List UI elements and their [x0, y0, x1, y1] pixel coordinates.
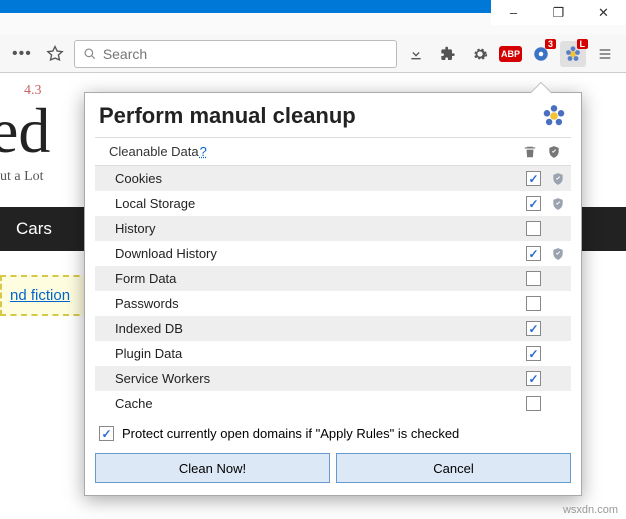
row-label: Indexed DB — [115, 321, 183, 336]
row-checkbox[interactable] — [526, 196, 541, 211]
popup-title: Perform manual cleanup — [99, 103, 356, 129]
data-row: Cache — [95, 391, 571, 416]
row-checkbox[interactable] — [526, 171, 541, 186]
maximize-button[interactable]: ❐ — [536, 0, 581, 25]
search-icon — [83, 47, 97, 61]
data-row: Indexed DB — [95, 316, 571, 341]
browser-toolbar: ••• ABP 3 L — [0, 35, 626, 73]
nav-item-cars[interactable]: Cars — [0, 219, 68, 239]
row-checkbox[interactable] — [526, 321, 541, 336]
extension-badge-letter: L — [577, 39, 589, 49]
data-row: Service Workers — [95, 366, 571, 391]
help-link[interactable]: ? — [200, 144, 207, 159]
row-label: Passwords — [115, 296, 179, 311]
hamburger-menu-icon[interactable] — [592, 41, 618, 67]
row-shield-icon[interactable] — [551, 247, 565, 261]
protect-domains-row: Protect currently open domains if "Apply… — [99, 426, 567, 441]
row-label: Plugin Data — [115, 346, 182, 361]
window-controls: – ❐ ✕ — [491, 0, 626, 25]
row-shield-icon[interactable] — [551, 197, 565, 211]
row-checkbox[interactable] — [526, 221, 541, 236]
flower-icon — [541, 103, 567, 129]
row-label: Download History — [115, 246, 217, 261]
row-checkbox[interactable] — [526, 296, 541, 311]
cleanable-data-header: Cleanable Data? — [95, 137, 571, 166]
highlight-link[interactable]: nd fiction — [10, 287, 70, 304]
row-checkbox[interactable] — [526, 346, 541, 361]
cancel-button[interactable]: Cancel — [336, 453, 571, 483]
search-field[interactable] — [74, 40, 397, 68]
adblock-badge[interactable]: ABP — [499, 46, 522, 62]
data-row: Local Storage — [95, 191, 571, 216]
row-label: Cache — [115, 396, 153, 411]
data-row: Cookies — [95, 166, 571, 191]
extension-blue-gear-icon[interactable]: 3 — [528, 41, 554, 67]
data-row: Passwords — [95, 291, 571, 316]
shield-column-icon — [547, 145, 561, 159]
trash-column-icon — [523, 145, 537, 159]
row-checkbox[interactable] — [526, 246, 541, 261]
cleanable-data-label: Cleanable Data — [109, 144, 199, 159]
data-row: History — [95, 216, 571, 241]
forget-me-not-extension-icon[interactable]: L — [560, 41, 586, 67]
search-input[interactable] — [103, 46, 388, 62]
settings-gear-icon[interactable] — [467, 41, 493, 67]
row-checkbox[interactable] — [526, 396, 541, 411]
page-actions-menu[interactable]: ••• — [8, 45, 36, 63]
row-checkbox[interactable] — [526, 271, 541, 286]
watermark: wsxdn.com — [563, 504, 618, 516]
extensions-puzzle-icon[interactable] — [435, 41, 461, 67]
data-row: Download History — [95, 241, 571, 266]
clean-now-button[interactable]: Clean Now! — [95, 453, 330, 483]
close-button[interactable]: ✕ — [581, 0, 626, 25]
row-shield-icon[interactable] — [551, 172, 565, 186]
protect-checkbox[interactable] — [99, 426, 114, 441]
extension-badge-count: 3 — [545, 39, 556, 49]
cleanable-data-list: Cookies Local Storage History Download Hist… — [95, 166, 571, 416]
cleanup-popup: Perform manual cleanup Cleanable Data? C… — [84, 92, 582, 496]
data-row: Plugin Data — [95, 341, 571, 366]
row-label: Local Storage — [115, 196, 195, 211]
data-row: Form Data — [95, 266, 571, 291]
row-label: Service Workers — [115, 371, 210, 386]
minimize-button[interactable]: – — [491, 0, 536, 25]
row-label: Form Data — [115, 271, 176, 286]
row-label: Cookies — [115, 171, 162, 186]
downloads-icon[interactable] — [403, 41, 429, 67]
row-label: History — [115, 221, 155, 236]
highlight-box: nd fiction — [0, 275, 90, 316]
row-checkbox[interactable] — [526, 371, 541, 386]
bookmark-star-icon[interactable] — [42, 41, 68, 67]
protect-label: Protect currently open domains if "Apply… — [122, 426, 459, 441]
